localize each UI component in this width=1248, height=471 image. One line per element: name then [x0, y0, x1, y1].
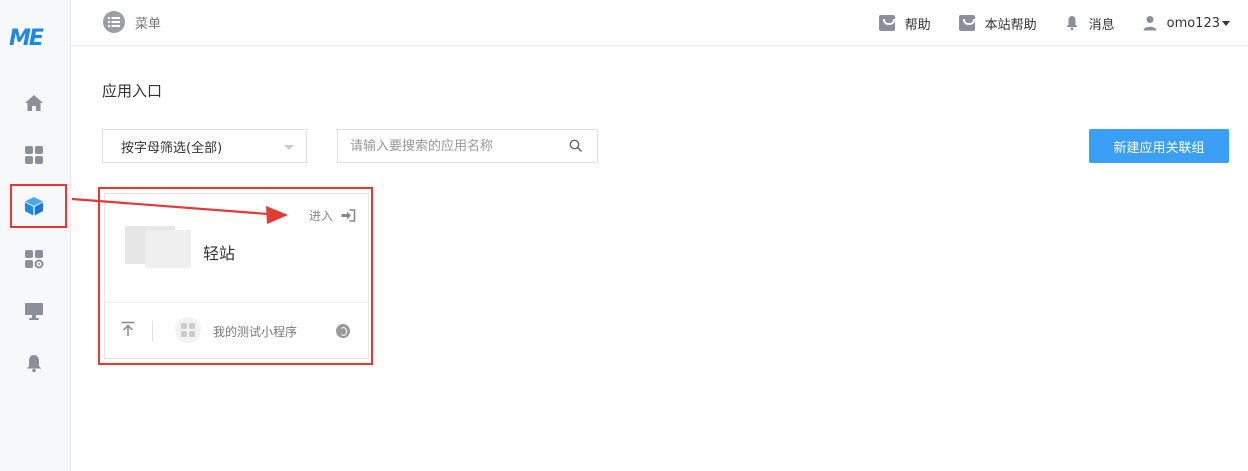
- messages-label: 消息: [1088, 17, 1115, 33]
- bell-icon: [1066, 16, 1078, 31]
- search-box: [337, 129, 598, 163]
- sidebar-item-home[interactable]: [14, 85, 54, 121]
- logo[interactable]: ME: [9, 26, 57, 52]
- site-help-label: 本站帮助: [984, 17, 1037, 33]
- grid-gear-icon: [25, 250, 44, 269]
- letter-filter-select[interactable]: 按字母筛选(全部): [102, 129, 307, 163]
- list-icon: [103, 11, 125, 33]
- sidebar-item-monitor[interactable]: [14, 293, 54, 329]
- sidebar: ME: [0, 0, 71, 471]
- messages-link[interactable]: 消息: [1065, 14, 1115, 33]
- page-title: 应用入口: [102, 82, 163, 100]
- create-association-group-button[interactable]: 新建应用关联组: [1089, 129, 1229, 163]
- shopping-bag-icon: [878, 15, 895, 31]
- chevron-down-icon: [1222, 20, 1230, 26]
- search-icon[interactable]: [569, 139, 583, 153]
- chevron-down-icon: [284, 145, 294, 150]
- annotation-highlight-sidebar: [10, 184, 67, 228]
- sidebar-item-apps[interactable]: [14, 137, 54, 173]
- search-input[interactable]: [338, 130, 558, 162]
- help-link[interactable]: 帮助: [878, 14, 931, 33]
- help-label: 帮助: [904, 17, 931, 33]
- topbar-right: 帮助 本站帮助 消息 omo123: [851, 0, 1230, 46]
- home-icon: [25, 95, 43, 111]
- annotation-highlight-card: [98, 187, 373, 365]
- site-help-link[interactable]: 本站帮助: [958, 14, 1037, 33]
- shopping-bag-icon: [958, 15, 975, 31]
- filter-value: 按字母筛选(全部): [121, 140, 223, 156]
- sidebar-item-notifications[interactable]: [14, 345, 54, 381]
- user-icon: [1143, 16, 1157, 31]
- monitor-icon: [25, 303, 43, 320]
- sidebar-item-app-settings[interactable]: [14, 241, 54, 277]
- grid-icon: [25, 146, 43, 164]
- topbar: 菜单 帮助 本站帮助 消息 omo123: [71, 0, 1248, 46]
- username: omo123: [1166, 15, 1220, 31]
- bell-icon: [27, 355, 41, 373]
- user-menu[interactable]: omo123: [1143, 15, 1230, 31]
- menu-toggle[interactable]: 菜单: [103, 11, 161, 33]
- menu-label: 菜单: [135, 16, 162, 32]
